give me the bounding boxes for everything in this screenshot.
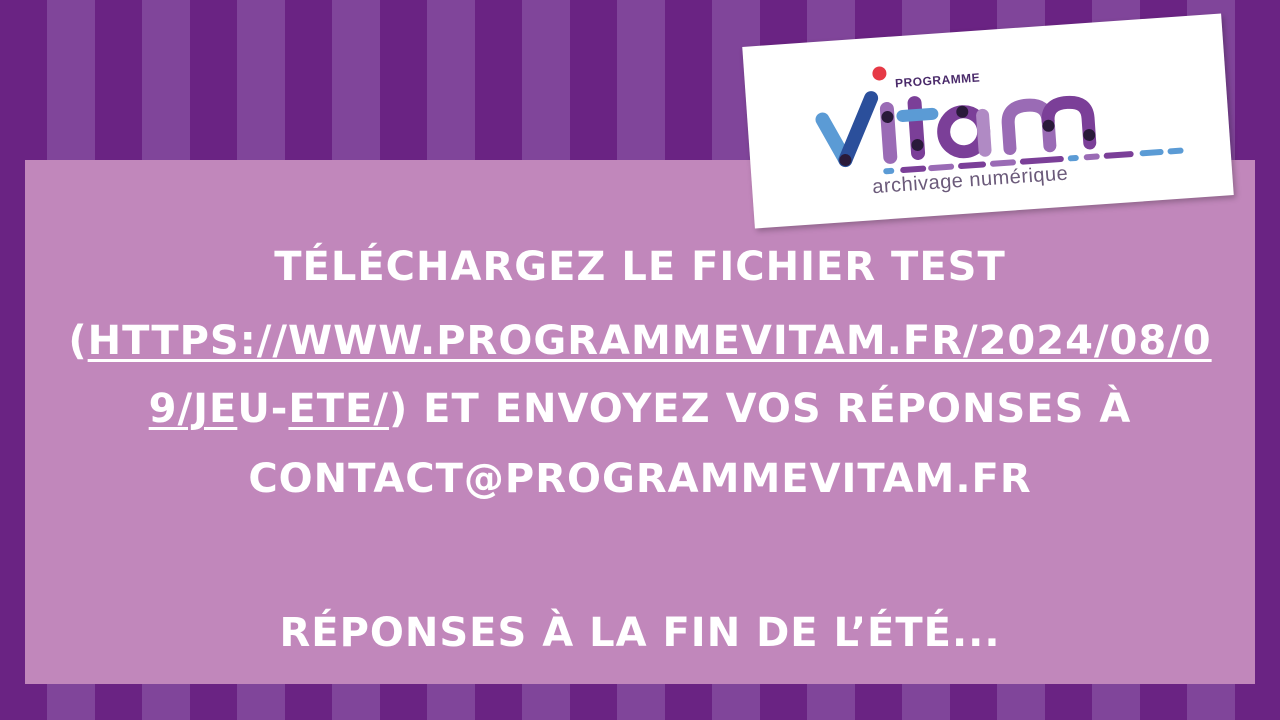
vitam-logo-icon (815, 66, 1184, 175)
headline-line-1: TÉLÉCHARGEZ LE FICHIER TEST (25, 238, 1255, 296)
test-file-link-continued-b[interactable]: ETE/ (288, 386, 389, 432)
test-file-link[interactable]: HTTPS://WWW.PROGRAMMEVITAM.FR/2024/08/0 (88, 318, 1212, 364)
headline-line-3: 9/JEU-ETE/) ET ENVOYEZ VOS RÉPONSES À (25, 380, 1255, 438)
contact-email: CONTACT@PROGRAMMEVITAM.FR (248, 456, 1032, 502)
headline-text-1: TÉLÉCHARGEZ LE FICHIER TEST (274, 244, 1006, 290)
headline-line-4: CONTACT@PROGRAMMEVITAM.FR (25, 450, 1255, 508)
logo-red-dot (872, 66, 887, 81)
answers-text: RÉPONSES À LA FIN DE L’ÉTÉ... (279, 610, 1001, 656)
test-file-link-continued-a[interactable]: 9/JE (149, 386, 238, 432)
vitam-logo-card: PROGRAMME archivage numérique (742, 13, 1234, 229)
logo-a-stem (976, 108, 992, 157)
send-answers-text: ) ET ENVOYEZ VOS RÉPONSES À (388, 386, 1132, 432)
answers-end-of-summary: RÉPONSES À LA FIN DE L’ÉTÉ... (25, 604, 1255, 662)
headline-line-2: (HTTPS://WWW.PROGRAMMEVITAM.FR/2024/08/0 (25, 312, 1255, 370)
paren-open: ( (68, 318, 88, 364)
link-plain-segment: U- (237, 386, 289, 432)
logo-v-right (838, 91, 879, 168)
logo-t-bar (896, 107, 939, 122)
